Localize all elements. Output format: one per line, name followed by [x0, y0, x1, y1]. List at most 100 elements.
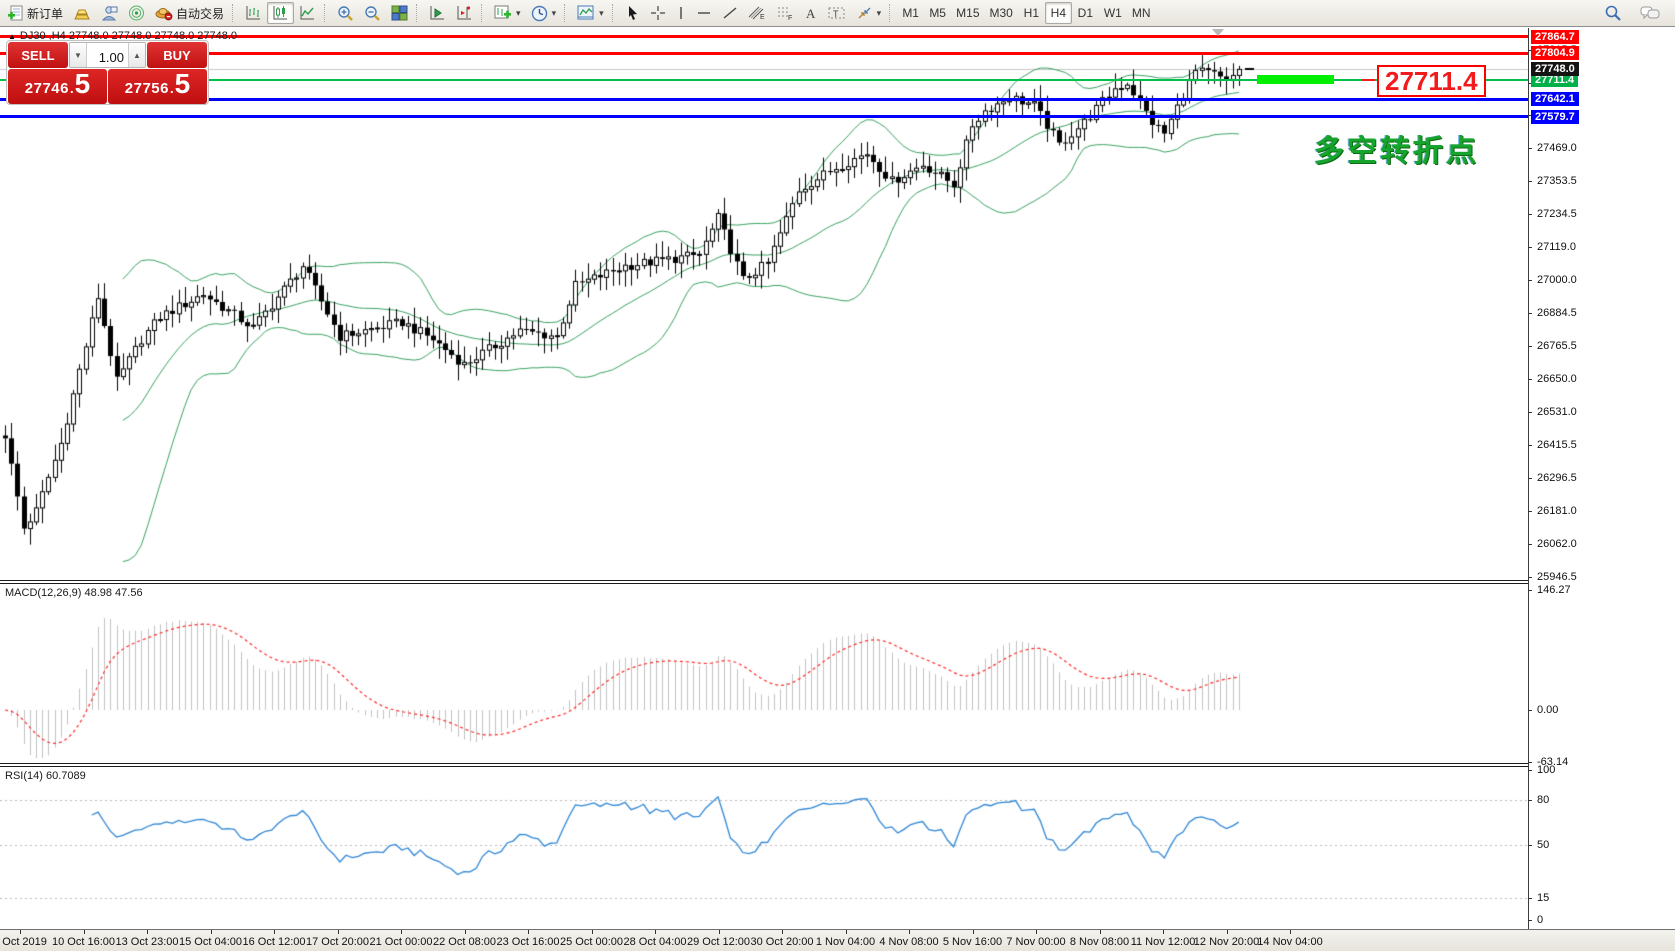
- axis-tick: [1528, 148, 1532, 149]
- toolbar-search-button[interactable]: [1599, 2, 1627, 24]
- chart-shift-marker: [1212, 29, 1224, 36]
- axis-tick: [1528, 920, 1532, 921]
- timeframe-m15-button[interactable]: M15: [951, 2, 984, 24]
- toolbar-line-chart-button[interactable]: [294, 2, 321, 24]
- timeframe-mn-button[interactable]: MN: [1127, 2, 1156, 24]
- time-axis[interactable]: 9 Oct 2019 10 Oct 16:0013 Oct 23:0015 Oct…: [0, 929, 1675, 951]
- time-axis-tick: [972, 930, 974, 934]
- annotation-text[interactable]: 多空转折点: [1314, 126, 1479, 170]
- volume-increase-button[interactable]: ▲: [128, 43, 145, 67]
- toolbar-zoom-in-button[interactable]: [332, 2, 359, 24]
- y-axis-label: 27119.0: [1537, 241, 1576, 253]
- toolbar-new-order-button[interactable]: 新订单: [2, 2, 68, 24]
- toolbar-cursor-button[interactable]: [620, 2, 645, 24]
- toolbar-expert-advisor-button[interactable]: [96, 2, 123, 24]
- axis-tick: [1528, 898, 1532, 899]
- time-axis-label: 1 Nov 04:00: [815, 936, 876, 948]
- axis-tick: [1528, 511, 1532, 512]
- toolbar-chart-shift-button[interactable]: [451, 2, 478, 24]
- chevron-down-icon[interactable]: ▾: [877, 8, 882, 19]
- timeframe-h4-button[interactable]: H4: [1044, 2, 1072, 24]
- time-axis-tick: [845, 930, 847, 934]
- toolbar-bar-chart-button[interactable]: [240, 2, 267, 24]
- sell-price[interactable]: 27746 . 5: [8, 69, 107, 104]
- timeframe-w1-button[interactable]: W1: [1099, 2, 1127, 24]
- y-axis-label: 50: [1537, 839, 1550, 851]
- time-axis-tick: [655, 930, 656, 934]
- gold-icon: [73, 6, 91, 21]
- hline-27804.9[interactable]: [0, 51, 1528, 55]
- axis-tick: [1528, 280, 1532, 281]
- hline-27642.1[interactable]: [0, 97, 1528, 101]
- toolbar-chat-button[interactable]: [1635, 2, 1665, 24]
- toolbar-fibonacci-button[interactable]: F: [771, 2, 799, 24]
- volume-decrease-button[interactable]: ▼: [70, 43, 87, 67]
- toolbar-auto-trading-button[interactable]: 自动交易: [150, 2, 229, 24]
- rsi-panel-splitter[interactable]: [0, 763, 1528, 767]
- toolbar-gold-button[interactable]: [68, 2, 96, 24]
- time-axis-label: 25 Oct 00:00: [560, 936, 623, 948]
- toolbar-candlestick-chart-button[interactable]: [267, 2, 295, 24]
- macd-label: MACD(12,26,9) 48.98 47.56: [5, 587, 143, 599]
- time-axis-label: 30 Oct 20:00: [750, 936, 814, 948]
- toolbar-new-chart-button[interactable]: ▾: [489, 2, 526, 24]
- y-axis-label: 26181.0: [1537, 505, 1577, 517]
- time-axis-tick: [718, 930, 720, 934]
- axis-tick: [1528, 845, 1532, 846]
- axis-tick: [1528, 379, 1532, 380]
- timeframe-m1-button[interactable]: M1: [897, 2, 924, 24]
- time-axis-label: 9 Oct 2019: [0, 936, 47, 948]
- line-chart-icon: [299, 5, 316, 21]
- candlestick-chart-canvas[interactable]: [0, 28, 1528, 581]
- chevron-down-icon[interactable]: ▾: [599, 8, 604, 19]
- toolbar-separator: [416, 4, 421, 22]
- axis-tick: [1528, 710, 1532, 711]
- timeframe-m30-button[interactable]: M30: [985, 2, 1018, 24]
- toolbar-signal-button[interactable]: [123, 2, 150, 24]
- buy-price-main: 27756: [124, 80, 169, 97]
- toolbar-separator: [564, 4, 569, 22]
- timeframe-h1-button[interactable]: H1: [1018, 2, 1045, 24]
- signal-icon: [128, 5, 145, 21]
- buy-price[interactable]: 27756 . 5: [108, 69, 207, 104]
- svg-text:A: A: [806, 6, 816, 21]
- hline-27579.7[interactable]: [0, 115, 1528, 119]
- price-callout[interactable]: 27711.4: [1377, 65, 1486, 97]
- y-axis-label: 26765.5: [1537, 340, 1577, 352]
- buy-button[interactable]: BUY: [147, 42, 207, 68]
- toolbar-equidistant-channel-button[interactable]: E: [743, 2, 771, 24]
- toolbar-text-button[interactable]: A: [799, 2, 823, 24]
- macd-panel-splitter[interactable]: [0, 580, 1528, 584]
- chevron-down-icon[interactable]: ▾: [516, 8, 521, 19]
- axis-tick: [1528, 590, 1532, 591]
- sell-price-pip: 5: [74, 68, 91, 99]
- toolbar-indicators-button[interactable]: ▾: [572, 2, 609, 24]
- toolbar-trend-line-button[interactable]: [717, 2, 743, 24]
- chevron-down-icon[interactable]: ▾: [552, 8, 557, 19]
- toolbar-zoom-out-button[interactable]: [359, 2, 386, 24]
- toolbar-tile-windows-button[interactable]: [386, 2, 413, 24]
- cursor-icon: [625, 5, 640, 21]
- toolbar-text-label-button[interactable]: T: [823, 2, 851, 24]
- time-axis-label: 23 Oct 16:00: [496, 936, 560, 948]
- toolbar-vertical-line-button[interactable]: [671, 2, 691, 24]
- time-axis-tick: [528, 930, 529, 934]
- time-axis-tick: [1290, 930, 1291, 934]
- highlight-band-rectangle[interactable]: [1257, 75, 1334, 85]
- toolbar-auto-scroll-button[interactable]: [424, 2, 451, 24]
- toolbar-horizontal-line-button[interactable]: [691, 2, 717, 24]
- axis-tick: [1528, 412, 1532, 413]
- toolbar-crosshair-button[interactable]: [645, 2, 671, 24]
- time-axis-tick: [83, 930, 85, 934]
- horizontal-line-icon: [696, 5, 712, 21]
- macd-panel-canvas[interactable]: [0, 584, 1528, 763]
- sell-button[interactable]: SELL: [8, 42, 68, 68]
- timeframe-d1-button[interactable]: D1: [1072, 2, 1099, 24]
- callout-dash: [1362, 79, 1375, 81]
- rsi-panel-canvas[interactable]: [0, 767, 1528, 929]
- volume-input[interactable]: [87, 43, 128, 67]
- timeframe-m5-button[interactable]: M5: [924, 2, 951, 24]
- time-axis-label: 11 Nov 12:00: [1130, 936, 1196, 948]
- toolbar-arrows-button[interactable]: ▾: [851, 2, 887, 24]
- toolbar-period-button[interactable]: ▾: [526, 2, 562, 24]
